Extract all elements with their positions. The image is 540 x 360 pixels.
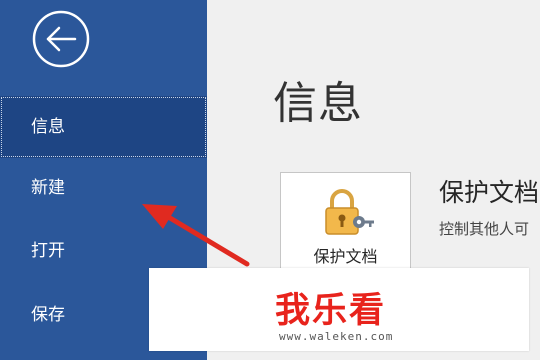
- back-arrow-icon: [32, 10, 90, 68]
- watermark-logo: 我乐看: [275, 291, 387, 331]
- sidebar-item-new[interactable]: 新建: [0, 157, 207, 219]
- page-title: 信息: [273, 78, 363, 129]
- lock-key-icon: [325, 189, 374, 235]
- sidebar-item-info[interactable]: 信息: [0, 96, 207, 158]
- back-button[interactable]: [31, 9, 91, 69]
- sidebar-item-label: 保存: [31, 305, 65, 325]
- protect-section-heading: 保护文档: [439, 178, 540, 207]
- watermark-url: www.waleken.com: [279, 330, 394, 343]
- protect-section-description: 控制其他人可: [439, 220, 530, 238]
- watermark-overlay: 我乐看 www.waleken.com: [149, 268, 529, 351]
- sidebar-item-label: 打开: [31, 241, 65, 261]
- sidebar-item-label: 信息: [31, 117, 65, 137]
- protect-document-label: 保护文档: [313, 247, 378, 266]
- sidebar-item-label: 新建: [31, 178, 65, 198]
